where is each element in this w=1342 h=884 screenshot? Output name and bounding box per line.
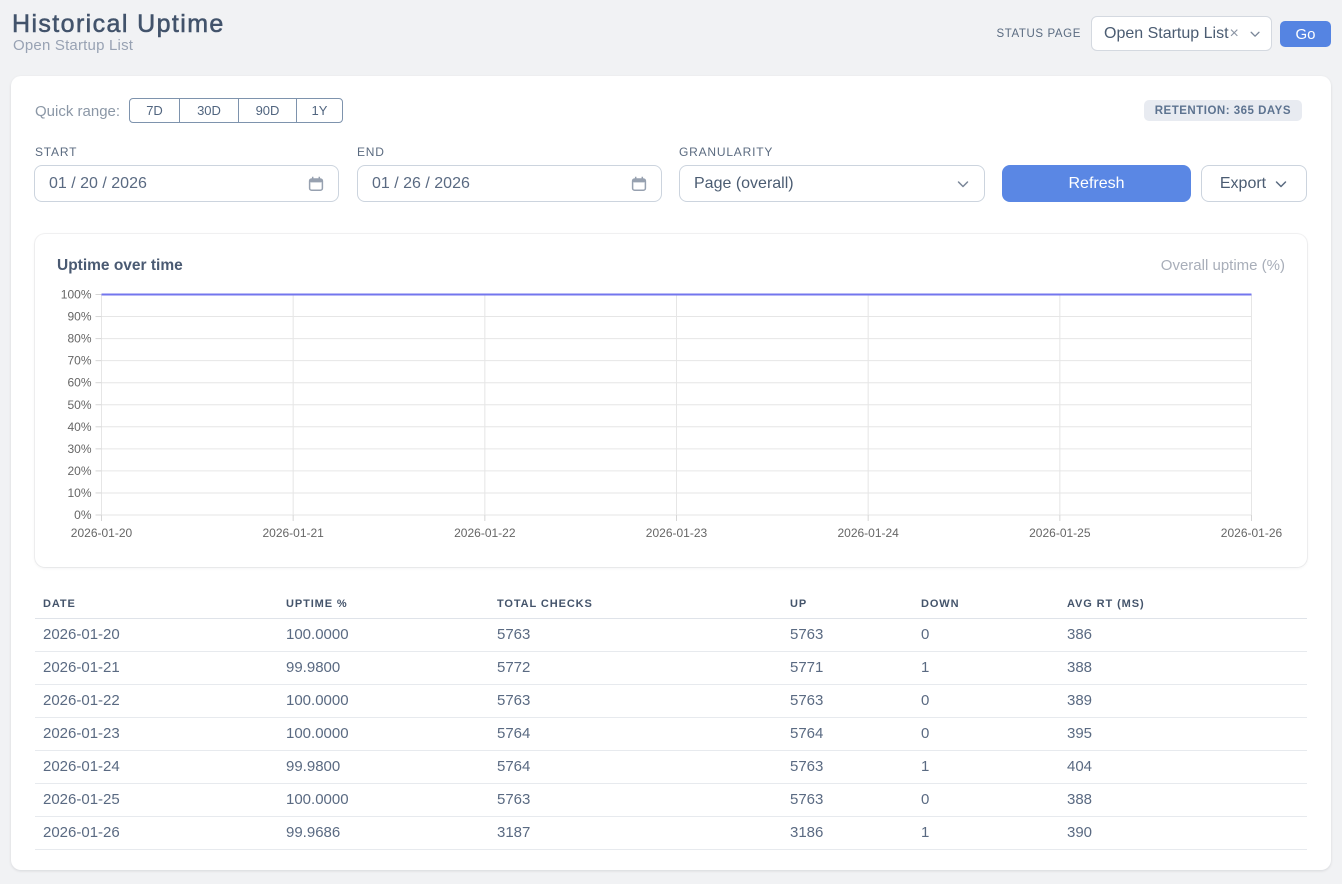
svg-text:2026-01-22: 2026-01-22 xyxy=(454,526,516,540)
svg-text:70%: 70% xyxy=(67,354,91,368)
svg-text:100%: 100% xyxy=(61,288,92,302)
svg-text:0%: 0% xyxy=(74,508,92,522)
svg-text:40%: 40% xyxy=(67,420,91,434)
svg-text:Uptime over time: Uptime over time xyxy=(57,257,183,274)
svg-text:60%: 60% xyxy=(67,376,91,390)
svg-text:50%: 50% xyxy=(67,398,91,412)
svg-text:30%: 30% xyxy=(67,442,91,456)
svg-text:10%: 10% xyxy=(67,486,91,500)
svg-text:80%: 80% xyxy=(67,332,91,346)
svg-text:2026-01-25: 2026-01-25 xyxy=(1029,526,1091,540)
svg-text:2026-01-26: 2026-01-26 xyxy=(1221,526,1283,540)
svg-text:2026-01-24: 2026-01-24 xyxy=(837,526,899,540)
svg-text:20%: 20% xyxy=(67,464,91,478)
svg-text:90%: 90% xyxy=(67,310,91,324)
svg-text:2026-01-20: 2026-01-20 xyxy=(71,526,133,540)
svg-text:2026-01-21: 2026-01-21 xyxy=(262,526,324,540)
svg-text:2026-01-23: 2026-01-23 xyxy=(646,526,708,540)
svg-text:Overall uptime (%): Overall uptime (%) xyxy=(1161,257,1285,274)
